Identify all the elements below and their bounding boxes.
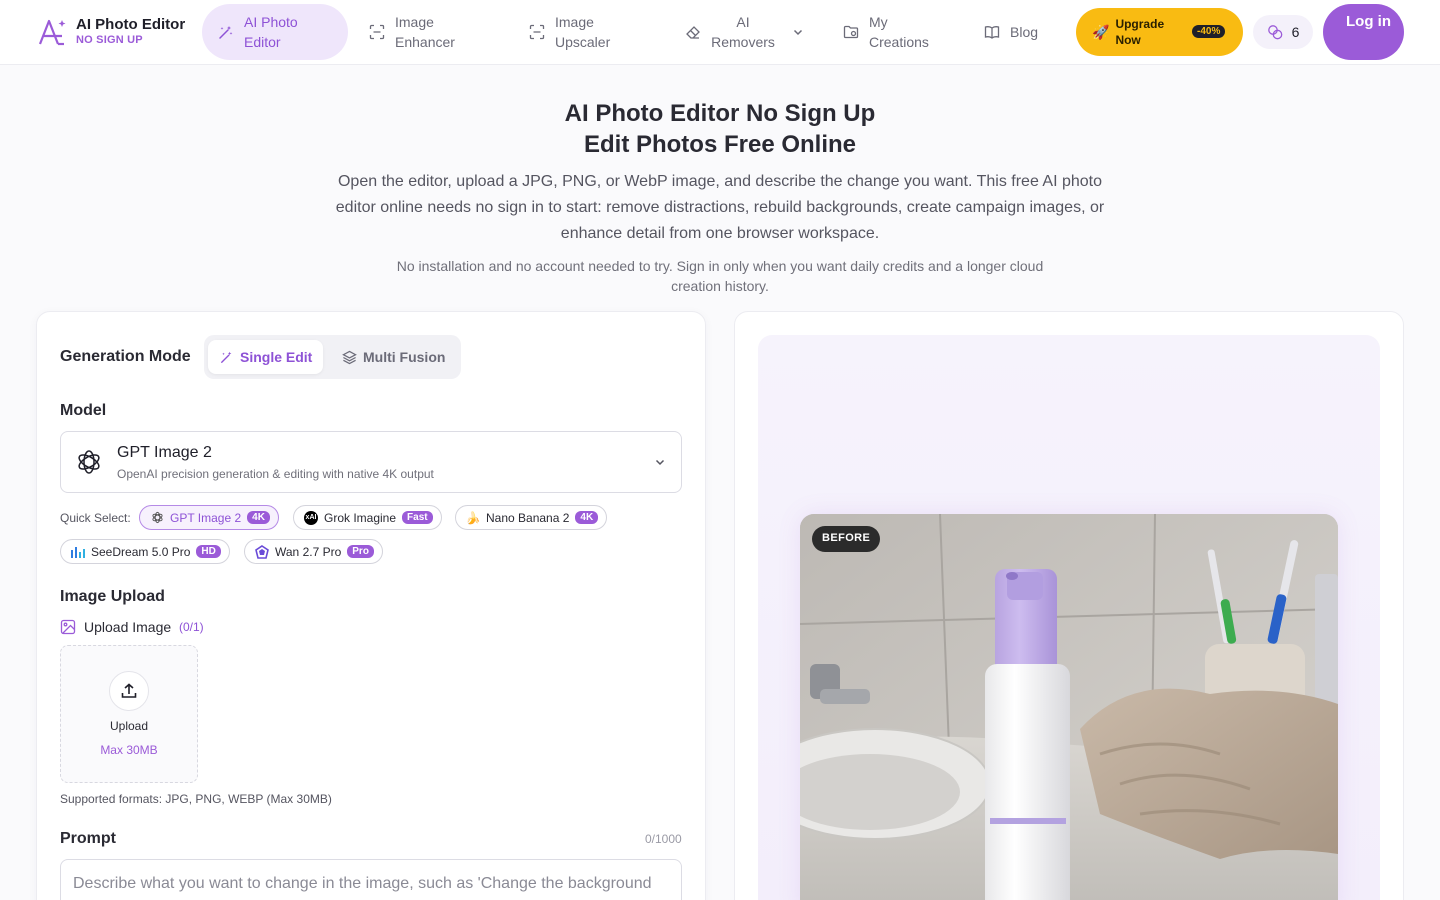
- chevron-down-icon: [655, 459, 665, 466]
- upload-text: Upload: [109, 719, 149, 733]
- nav-label: Image Upscaler: [555, 14, 611, 50]
- nav-image-upscaler[interactable]: Image Upscaler: [529, 4, 649, 60]
- chevron-down-icon: [793, 29, 803, 36]
- chip-badge: Fast: [402, 511, 433, 524]
- page-title-line-1: AI Photo Editor No Sign Up: [564, 100, 876, 127]
- nav-ai-photo-editor[interactable]: AI Photo Editor: [202, 4, 348, 60]
- chip-label: Wan 2.7 Pro: [275, 544, 342, 559]
- upgrade-now-button[interactable]: 🚀 Upgrade Now -40%: [1076, 8, 1243, 56]
- generation-mode-label: Generation Mode: [60, 348, 191, 365]
- scan-icon: [369, 24, 385, 40]
- chip-badge: HD: [196, 545, 221, 558]
- before-badge: BEFORE: [812, 526, 881, 552]
- upload-icon-circle: [109, 671, 149, 711]
- banana-icon: 🍌: [465, 510, 481, 525]
- model-label: Model: [60, 402, 107, 419]
- chip-label: GPT Image 2: [170, 510, 242, 525]
- page-title-line-2: Edit Photos Free Online: [583, 131, 857, 158]
- chip-label: Grok Imagine: [324, 510, 397, 525]
- nav-my-creations[interactable]: My Creations: [843, 4, 953, 60]
- credits-count: 6: [1291, 24, 1300, 40]
- nav-ai-removers[interactable]: AI Removers: [685, 4, 815, 60]
- nav-label: AI Removers: [711, 14, 775, 50]
- discount-badge: -40%: [1192, 25, 1226, 38]
- before-preview-image: [800, 514, 1338, 900]
- upload-max-size: Max 30MB: [100, 743, 158, 757]
- brand-tagline: NO SIGN UP: [76, 34, 143, 46]
- page-title: AI Photo Editor No Sign Up Edit Photos F…: [0, 98, 1440, 160]
- credits-counter[interactable]: 6: [1253, 15, 1313, 49]
- magic-wand-icon: [219, 26, 233, 39]
- quick-select-nano-banana-2[interactable]: 🍌 Nano Banana 2 4K: [455, 505, 608, 530]
- image-icon: [60, 619, 76, 635]
- single-edit-tab[interactable]: Single Edit: [208, 340, 323, 374]
- quick-select-seedream-5-pro[interactable]: SeeDream 5.0 Pro HD: [60, 539, 230, 564]
- rocket-icon: 🚀: [1092, 23, 1110, 40]
- upload-image-label: Upload Image: [84, 619, 172, 635]
- bars-icon: [71, 545, 85, 559]
- hero-note: No installation and no account needed to…: [396, 258, 1044, 294]
- chip-badge: Pro: [347, 545, 374, 558]
- quick-select-gpt-image-2[interactable]: GPT Image 2 4K: [139, 505, 279, 530]
- quick-select-wan-2-7-pro[interactable]: Wan 2.7 Pro Pro: [244, 539, 383, 564]
- mode-label: Single Edit: [240, 349, 313, 365]
- openai-icon: [150, 511, 164, 525]
- upgrade-label: Upgrade Now: [1115, 17, 1165, 47]
- nav-label: AI Photo Editor: [244, 14, 298, 50]
- nav-blog[interactable]: Blog: [984, 4, 1044, 60]
- model-name: GPT Image 2: [117, 444, 212, 461]
- prompt-char-count: 0/1000: [645, 832, 682, 846]
- brand-name[interactable]: AI Photo Editor: [76, 16, 185, 33]
- login-button[interactable]: Log in: [1323, 4, 1404, 60]
- layers-icon: [342, 350, 357, 364]
- quick-select-grok-imagine[interactable]: xAI Grok Imagine Fast: [293, 505, 442, 530]
- quick-select-label: Quick Select:: [60, 511, 131, 525]
- multi-fusion-tab[interactable]: Multi Fusion: [342, 340, 445, 374]
- nav-label: Blog: [1010, 24, 1039, 40]
- upload-count: (0/1): [179, 620, 204, 634]
- scan-icon: [529, 24, 545, 40]
- magic-wand-icon: [221, 351, 232, 363]
- book-icon: [984, 26, 1000, 39]
- eraser-icon: [686, 26, 700, 39]
- xai-icon: xAI: [304, 510, 318, 525]
- top-nav-bar: AI Photo Editor NO SIGN UP AI Photo Edit…: [0, 0, 1440, 65]
- chip-label: Nano Banana 2: [486, 510, 570, 525]
- image-upload-label: Image Upload: [60, 588, 165, 605]
- generation-mode-toggle: Single Edit Multi Fusion: [204, 335, 461, 379]
- folder-icon: [843, 25, 859, 39]
- supported-formats-text: Supported formats: JPG, PNG, WEBP (Max 3…: [60, 792, 332, 806]
- coins-icon: [1267, 25, 1282, 40]
- model-description: OpenAI precision generation & editing wi…: [117, 467, 434, 481]
- nav-label: Image Enhancer: [395, 14, 455, 50]
- openai-icon: [78, 450, 100, 474]
- brand-logo-icon[interactable]: [36, 16, 68, 48]
- chip-badge: 4K: [575, 511, 599, 524]
- upload-icon: [121, 683, 137, 698]
- hero-description: Open the editor, upload a JPG, PNG, or W…: [335, 173, 1105, 242]
- wan-icon: [255, 544, 269, 559]
- chip-badge: 4K: [247, 511, 270, 524]
- nav-image-enhancer[interactable]: Image Enhancer: [369, 4, 489, 60]
- prompt-label: Prompt: [60, 830, 116, 847]
- model-select-dropdown[interactable]: GPT Image 2 OpenAI precision generation …: [60, 431, 682, 493]
- mode-label: Multi Fusion: [363, 349, 446, 365]
- prompt-textarea[interactable]: [60, 859, 682, 900]
- upload-dropzone[interactable]: Upload Max 30MB: [60, 645, 198, 783]
- nav-label: My Creations: [869, 14, 929, 50]
- chip-label: SeeDream 5.0 Pro: [91, 544, 191, 559]
